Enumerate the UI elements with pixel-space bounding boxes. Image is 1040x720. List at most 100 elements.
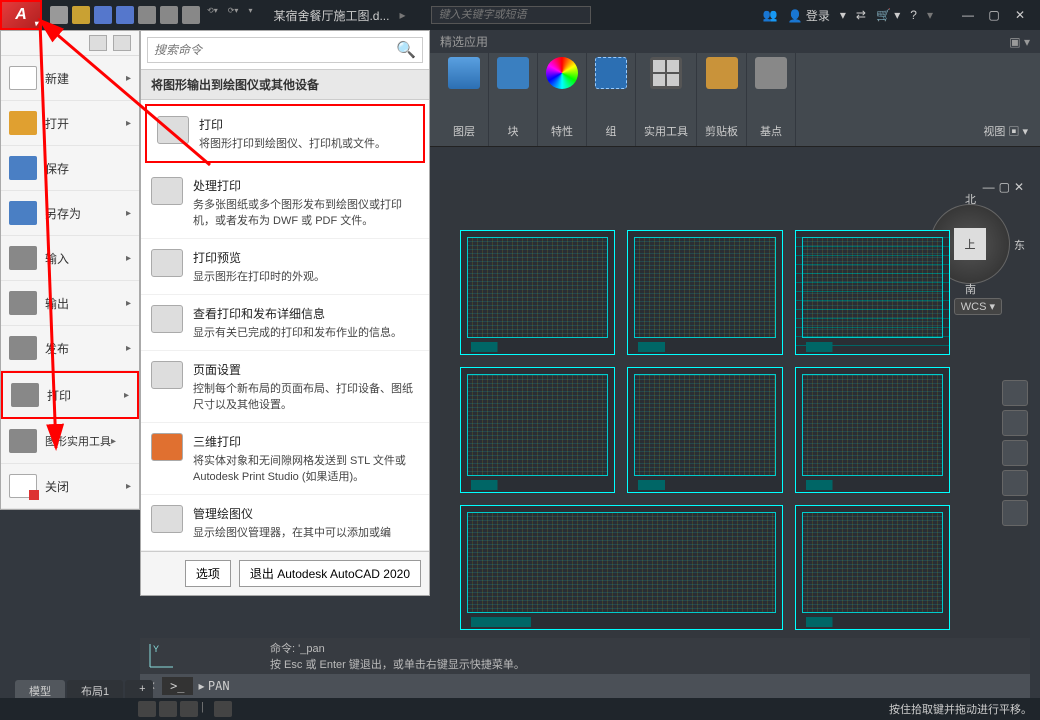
doc-restore-icon[interactable]: ▢ bbox=[999, 180, 1010, 194]
redo-dropdown-icon[interactable]: ⟳▾ bbox=[225, 6, 242, 24]
command-line[interactable]: ✕ >_ ▸ PAN bbox=[140, 674, 1030, 698]
submenu-batch-desc: 务多张图纸或多个图形发布到绘图仪或打印机，或者发布为 DWF 或 PDF 文件。 bbox=[193, 196, 419, 228]
search-icon[interactable]: 🔍 bbox=[390, 38, 422, 62]
open-docs-icon[interactable] bbox=[113, 35, 131, 51]
drawing-sheet[interactable] bbox=[627, 367, 782, 492]
menu-export-label: 输出 bbox=[45, 295, 126, 312]
view-label[interactable]: 视图 ▣ ▾ bbox=[983, 120, 1028, 142]
drawing-area[interactable]: — ▢ ✕ 上 北 南 东 西 WCS ▾ bbox=[440, 180, 1030, 650]
submenu-print-title: 打印 bbox=[199, 116, 413, 133]
drawing-sheet[interactable] bbox=[795, 505, 950, 630]
submenu-manage-plotter[interactable]: 管理绘图仪显示绘图仪管理器，在其中可以添加或编 bbox=[141, 495, 429, 551]
minimize-button[interactable]: — bbox=[958, 8, 978, 22]
menu-print[interactable]: 打印▸ bbox=[1, 371, 139, 419]
drawing-sheet[interactable] bbox=[460, 505, 783, 630]
group-icon[interactable] bbox=[595, 57, 627, 89]
submenu-3d-print[interactable]: 三维打印将实体对象和无间隙网格发送到 STL 文件或 Autodesk Prin… bbox=[141, 423, 429, 495]
menu-tools[interactable]: 图形实用工具▸ bbox=[1, 419, 139, 464]
nav-zoom-icon[interactable] bbox=[1002, 440, 1028, 466]
ribbon-group-base: 基点 bbox=[747, 53, 796, 146]
qat-save-icon[interactable] bbox=[94, 6, 112, 24]
drawing-sheet[interactable] bbox=[460, 367, 615, 492]
menu-close[interactable]: 关闭▸ bbox=[1, 464, 139, 509]
wcs-indicator[interactable]: WCS ▾ bbox=[954, 298, 1002, 315]
qat-new-icon[interactable] bbox=[50, 6, 68, 24]
props-icon[interactable] bbox=[546, 57, 578, 89]
qat-cloud-open-icon[interactable] bbox=[138, 6, 156, 24]
menu-import[interactable]: 输入▸ bbox=[1, 236, 139, 281]
drawing-sheet[interactable] bbox=[460, 230, 615, 355]
submenu-batch-print[interactable]: 处理打印务多张图纸或多个图形发布到绘图仪或打印机，或者发布为 DWF 或 PDF… bbox=[141, 167, 429, 239]
status-grid-icon[interactable] bbox=[138, 701, 156, 717]
qat-customize-icon[interactable]: ▾ bbox=[245, 6, 255, 24]
app-menu-button[interactable]: A bbox=[0, 0, 42, 30]
clipboard-icon[interactable] bbox=[706, 57, 738, 89]
app-menu-panel: 新建▸ 打开▸ 保存 另存为▸ 输入▸ 输出▸ 发布▸ 打印▸ 图形实用工具▸ … bbox=[0, 30, 140, 510]
title-search-input[interactable] bbox=[431, 6, 591, 24]
command-search[interactable]: 🔍 bbox=[147, 37, 423, 63]
qat-saveas-icon[interactable] bbox=[116, 6, 134, 24]
nav-wheel-icon[interactable] bbox=[1002, 380, 1028, 406]
menu-saveas[interactable]: 另存为▸ bbox=[1, 191, 139, 236]
drawing-sheet[interactable] bbox=[795, 230, 950, 355]
qat-cloud-save-icon[interactable] bbox=[160, 6, 178, 24]
utils-icon[interactable] bbox=[650, 57, 682, 89]
menu-saveas-label: 另存为 bbox=[45, 205, 126, 222]
nav-pan-icon[interactable] bbox=[1002, 410, 1028, 436]
nav-orbit-icon[interactable] bbox=[1002, 470, 1028, 496]
undo-dropdown-icon[interactable]: ⟲▾ bbox=[204, 6, 221, 24]
submenu-batch-title: 处理打印 bbox=[193, 177, 419, 194]
statusbar: | 按住拾取键并拖动进行平移。 bbox=[0, 698, 1040, 720]
menu-export[interactable]: 输出▸ bbox=[1, 281, 139, 326]
autodesk-app-icon[interactable]: ▾ bbox=[840, 8, 846, 22]
status-snap-icon[interactable] bbox=[159, 701, 177, 717]
submenu-print-preview[interactable]: 打印预览显示图形在打印时的外观。 bbox=[141, 239, 429, 295]
menu-save[interactable]: 保存 bbox=[1, 146, 139, 191]
viewcube-south[interactable]: 南 bbox=[965, 281, 976, 297]
options-button[interactable]: 选项 bbox=[185, 560, 231, 587]
recent-docs-icon[interactable] bbox=[89, 35, 107, 51]
save-icon bbox=[9, 156, 37, 180]
maximize-button[interactable]: ▢ bbox=[984, 8, 1004, 22]
submenu-info-desc: 显示有关已完成的打印和发布作业的信息。 bbox=[193, 324, 419, 340]
submenu-print[interactable]: 打印将图形打印到绘图仪、打印机或文件。 bbox=[145, 104, 425, 163]
submenu-page-setup[interactable]: 页面设置控制每个新布局的页面布局、打印设备、图纸尺寸以及其他设置。 bbox=[141, 351, 429, 423]
ucs-icon: Y bbox=[145, 642, 175, 672]
command-search-input[interactable] bbox=[148, 38, 390, 62]
ribbon-group-layer: 图层 bbox=[440, 53, 489, 146]
drawing-sheet[interactable] bbox=[795, 367, 950, 492]
ribbon-tab-featured[interactable]: 精选应用 bbox=[430, 33, 498, 50]
share-icon[interactable]: 👥 bbox=[763, 8, 778, 22]
drawing-sheet[interactable] bbox=[627, 230, 782, 355]
ribbon-collapse-icon[interactable]: ▣ ▾ bbox=[1009, 35, 1040, 49]
exchange-icon[interactable]: ⇄ bbox=[856, 8, 866, 22]
new-file-icon bbox=[9, 66, 37, 90]
menu-open[interactable]: 打开▸ bbox=[1, 101, 139, 146]
menu-new[interactable]: 新建▸ bbox=[1, 56, 139, 101]
base-icon[interactable] bbox=[755, 57, 787, 89]
close-button[interactable]: ✕ bbox=[1010, 8, 1030, 22]
viewcube-top[interactable]: 上 bbox=[954, 228, 986, 260]
help-icon[interactable]: ? bbox=[910, 8, 917, 22]
block-icon[interactable] bbox=[497, 57, 529, 89]
status-polar-icon[interactable] bbox=[214, 701, 232, 717]
doc-dropdown-icon[interactable]: ▸ bbox=[393, 8, 411, 22]
status-ortho-icon[interactable] bbox=[180, 701, 198, 717]
submenu-page-desc: 控制每个新布局的页面布局、打印设备、图纸尺寸以及其他设置。 bbox=[193, 380, 419, 412]
login-button[interactable]: 👤 登录 bbox=[788, 7, 830, 24]
layer-icon[interactable] bbox=[448, 57, 480, 89]
menu-publish-label: 发布 bbox=[45, 340, 126, 357]
exit-button[interactable]: 退出 Autodesk AutoCAD 2020 bbox=[239, 560, 421, 587]
menu-publish[interactable]: 发布▸ bbox=[1, 326, 139, 371]
cart-icon[interactable]: 🛒 ▾ bbox=[876, 8, 900, 22]
viewcube-east[interactable]: 东 bbox=[1014, 237, 1025, 253]
submenu-print-info[interactable]: 查看打印和发布详细信息显示有关已完成的打印和发布作业的信息。 bbox=[141, 295, 429, 351]
menu-save-label: 保存 bbox=[45, 160, 131, 177]
nav-showmotion-icon[interactable] bbox=[1002, 500, 1028, 526]
doc-close-icon[interactable]: ✕ bbox=[1014, 180, 1024, 194]
qat-print-icon[interactable] bbox=[182, 6, 200, 24]
doc-minimize-icon[interactable]: — bbox=[983, 180, 995, 194]
command-history: 命令: '_pan 按 Esc 或 Enter 键退出，或单击右键显示快捷菜单。 bbox=[140, 638, 1030, 674]
viewcube-north[interactable]: 北 bbox=[965, 191, 976, 207]
qat-open-icon[interactable] bbox=[72, 6, 90, 24]
